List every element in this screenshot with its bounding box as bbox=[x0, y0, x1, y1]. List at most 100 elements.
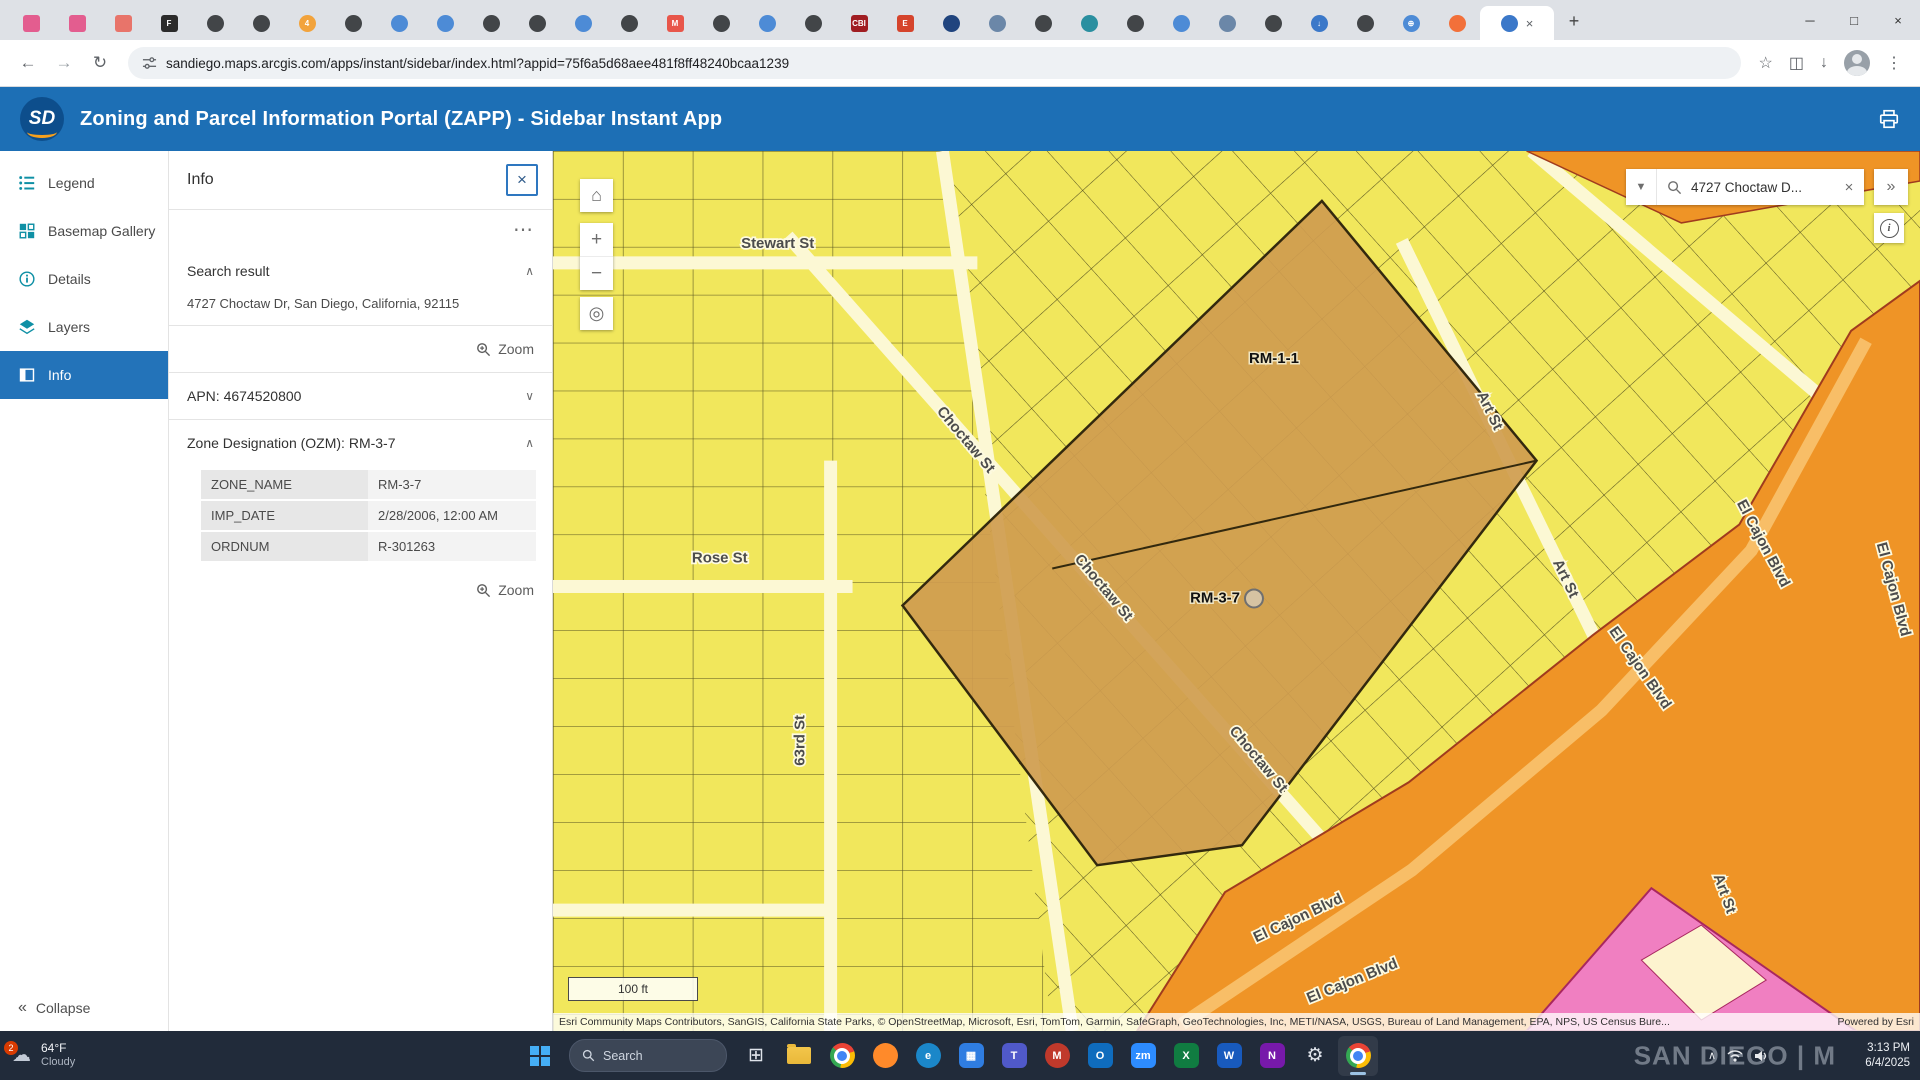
home-extent-button[interactable]: ⌂ bbox=[580, 179, 613, 212]
collapse-search-button[interactable]: » bbox=[1874, 169, 1908, 205]
forward-icon[interactable]: → bbox=[48, 47, 80, 79]
taskbar-search[interactable]: Search bbox=[569, 1039, 727, 1072]
locate-button[interactable]: ◎ bbox=[580, 297, 613, 330]
zoom-to-result-button[interactable]: Zoom bbox=[169, 326, 552, 372]
volume-icon[interactable] bbox=[1754, 1050, 1770, 1062]
sidebar-item-info[interactable]: Info bbox=[0, 351, 168, 399]
map-search-input[interactable] bbox=[1689, 179, 1834, 196]
browser-tab[interactable]: CBI bbox=[836, 6, 882, 40]
browser-tab[interactable] bbox=[1158, 6, 1204, 40]
browser-tab[interactable]: M bbox=[652, 6, 698, 40]
map-viewport[interactable]: RM-1-1RM-3-7 Stewart StRose St63rd StCho… bbox=[553, 151, 1920, 1031]
profile-avatar[interactable] bbox=[1844, 50, 1870, 76]
close-panel-button[interactable]: × bbox=[506, 164, 538, 196]
browser-tab[interactable] bbox=[698, 6, 744, 40]
browser-tab[interactable]: F bbox=[146, 6, 192, 40]
browser-tab[interactable] bbox=[1204, 6, 1250, 40]
browser-tab[interactable] bbox=[1434, 6, 1480, 40]
taskbar-file-explorer-icon[interactable] bbox=[779, 1036, 819, 1076]
map-info-button[interactable]: i bbox=[1874, 213, 1904, 243]
taskbar-firefox-icon[interactable] bbox=[865, 1036, 905, 1076]
taskbar-outlook-icon[interactable]: O bbox=[1080, 1036, 1120, 1076]
browser-tab[interactable] bbox=[54, 6, 100, 40]
browser-tab[interactable] bbox=[468, 6, 514, 40]
zoning-map-canvas[interactable]: RM-1-1RM-3-7 Stewart StRose St63rd StCho… bbox=[553, 151, 1920, 1031]
browser-tab[interactable] bbox=[790, 6, 836, 40]
taskbar-security-icon[interactable]: M bbox=[1037, 1036, 1077, 1076]
collapse-sidebar-button[interactable]: «Collapse bbox=[18, 999, 90, 1017]
downloads-icon[interactable]: ↓ bbox=[1820, 54, 1828, 72]
browser-tab[interactable] bbox=[1020, 6, 1066, 40]
browser-tab[interactable] bbox=[330, 6, 376, 40]
browser-tab[interactable]: 4 bbox=[284, 6, 330, 40]
new-tab-button[interactable]: + bbox=[1560, 7, 1588, 35]
maximize-icon[interactable]: □ bbox=[1832, 0, 1876, 40]
browser-tab[interactable] bbox=[606, 6, 652, 40]
zone-section-toggle[interactable]: Zone Designation (OZM): RM-3-7 ∧ bbox=[169, 420, 552, 466]
browser-tab[interactable] bbox=[100, 6, 146, 40]
browser-tab[interactable] bbox=[8, 6, 54, 40]
taskbar-store-icon[interactable]: ▦ bbox=[951, 1036, 991, 1076]
browser-tab[interactable] bbox=[1112, 6, 1158, 40]
menu-kebab-icon[interactable]: ⋮ bbox=[1886, 53, 1902, 73]
tray-chevron-up-icon[interactable]: ∧ bbox=[1708, 1049, 1716, 1062]
taskbar-word-icon[interactable]: W bbox=[1209, 1036, 1249, 1076]
tab-favicon bbox=[759, 15, 776, 32]
taskbar-task-view-icon[interactable]: ⊞ bbox=[736, 1036, 776, 1076]
taskbar-teams-icon[interactable]: T bbox=[994, 1036, 1034, 1076]
sidebar-item-layers[interactable]: Layers bbox=[0, 303, 168, 351]
tab-close-icon[interactable]: × bbox=[1526, 16, 1534, 31]
browser-tab[interactable] bbox=[744, 6, 790, 40]
search-result-section-toggle[interactable]: Search result ∧ bbox=[169, 248, 552, 294]
wifi-icon[interactable] bbox=[1727, 1050, 1743, 1062]
powered-by-esri[interactable]: Powered by Esri bbox=[1826, 1016, 1914, 1028]
browser-tab[interactable] bbox=[376, 6, 422, 40]
browser-tab[interactable] bbox=[1066, 6, 1112, 40]
taskbar-clock[interactable]: 3:13 PM 6/4/2025 bbox=[1865, 1031, 1910, 1080]
browser-tab[interactable]: E bbox=[882, 6, 928, 40]
options-menu-icon[interactable]: ⋯ bbox=[513, 217, 534, 242]
taskbar-zoom-icon[interactable]: zm bbox=[1123, 1036, 1163, 1076]
browser-tab[interactable] bbox=[238, 6, 284, 40]
browser-tab[interactable] bbox=[1250, 6, 1296, 40]
taskbar-onenote-icon[interactable]: N bbox=[1252, 1036, 1292, 1076]
browser-tab-active[interactable]: × bbox=[1480, 6, 1554, 40]
url-text[interactable]: sandiego.maps.arcgis.com/apps/instant/si… bbox=[166, 56, 789, 71]
taskbar-settings-icon[interactable]: ⚙ bbox=[1295, 1036, 1335, 1076]
bookmark-star-icon[interactable]: ☆ bbox=[1759, 53, 1773, 73]
browser-tab[interactable] bbox=[422, 6, 468, 40]
side-panel-icon[interactable]: ◫ bbox=[1789, 53, 1804, 73]
sidebar-item-details[interactable]: Details bbox=[0, 255, 168, 303]
taskbar-chrome-active-icon[interactable] bbox=[1338, 1036, 1378, 1076]
zone-field-name: IMP_DATE bbox=[201, 501, 368, 530]
zoom-in-button[interactable]: + bbox=[580, 223, 613, 257]
start-button[interactable] bbox=[520, 1036, 560, 1076]
browser-tab[interactable] bbox=[928, 6, 974, 40]
back-icon[interactable]: ← bbox=[12, 47, 44, 79]
taskbar-excel-icon[interactable]: X bbox=[1166, 1036, 1206, 1076]
taskbar-chrome-icon[interactable] bbox=[822, 1036, 862, 1076]
apn-section-toggle[interactable]: APN: 4674520800 ∨ bbox=[169, 373, 552, 419]
browser-tab[interactable] bbox=[1342, 6, 1388, 40]
zoom-out-button[interactable]: − bbox=[580, 257, 613, 290]
sidebar-item-basemap-gallery[interactable]: Basemap Gallery bbox=[0, 207, 168, 255]
browser-tab[interactable]: ↓ bbox=[1296, 6, 1342, 40]
search-result-marker[interactable] bbox=[1245, 590, 1263, 608]
close-window-icon[interactable]: × bbox=[1876, 0, 1920, 40]
url-bar[interactable]: sandiego.maps.arcgis.com/apps/instant/si… bbox=[128, 47, 1741, 79]
taskbar-edge-icon[interactable]: e bbox=[908, 1036, 948, 1076]
search-source-dropdown[interactable]: ▼ bbox=[1626, 169, 1657, 205]
clear-search-icon[interactable]: × bbox=[1834, 179, 1864, 196]
minimize-icon[interactable]: ─ bbox=[1788, 0, 1832, 40]
sidebar-item-legend[interactable]: Legend bbox=[0, 159, 168, 207]
browser-tab[interactable] bbox=[192, 6, 238, 40]
browser-tab[interactable] bbox=[514, 6, 560, 40]
site-settings-icon[interactable] bbox=[142, 56, 157, 71]
browser-tab[interactable] bbox=[560, 6, 606, 40]
zoom-to-zone-button[interactable]: Zoom bbox=[169, 567, 552, 613]
browser-tab[interactable] bbox=[974, 6, 1020, 40]
print-icon[interactable] bbox=[1878, 108, 1900, 130]
reload-icon[interactable]: ↻ bbox=[84, 47, 116, 79]
weather-widget[interactable]: ☁2 64°F Cloudy bbox=[12, 1031, 75, 1080]
browser-tab[interactable]: ⊕ bbox=[1388, 6, 1434, 40]
